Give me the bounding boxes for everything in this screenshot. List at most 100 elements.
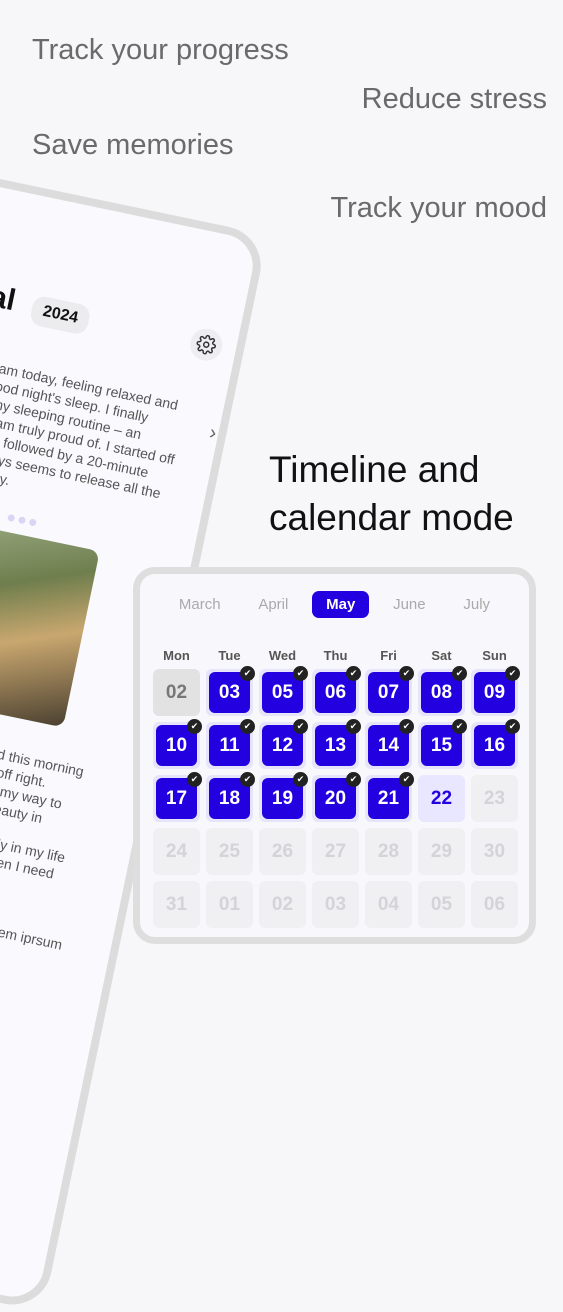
day-number: 30 (471, 828, 518, 875)
check-icon: ✔ (293, 666, 308, 681)
check-icon: ✔ (505, 666, 520, 681)
tab-month-april[interactable]: April (244, 591, 302, 618)
entry-text-1[interactable]: am today, feeling relaxed and ood night'… (0, 359, 187, 521)
entry-text-3: family in my life e when I need (0, 829, 67, 884)
check-icon: ✔ (346, 719, 361, 734)
check-icon: ✔ (452, 666, 467, 681)
check-icon: ✔ (187, 772, 202, 787)
day-cell[interactable]: 25 (203, 825, 256, 878)
weekday-header: Mon Tue Wed Thu Fri Sat Sun (150, 648, 521, 663)
day-cell[interactable]: 22 (415, 772, 468, 825)
day-cell[interactable]: 29 (415, 825, 468, 878)
day-cell[interactable]: 01 (203, 878, 256, 931)
day-number: 22 (418, 775, 465, 822)
journal-title: al (0, 279, 19, 318)
day-cell[interactable]: 20 ✔ (309, 772, 362, 825)
day-cell[interactable]: 07 ✔ (362, 666, 415, 719)
day-cell[interactable]: 12 ✔ (256, 719, 309, 772)
day-cell[interactable]: 21 ✔ (362, 772, 415, 825)
calendar-card: March April May June July Mon Tue Wed Thu Fri Sat… (133, 567, 536, 944)
day-cell[interactable]: 10 ✔ (150, 719, 203, 772)
tab-month-july[interactable]: July (449, 591, 504, 618)
day-cell[interactable]: 15 ✔ (415, 719, 468, 772)
day-cell[interactable]: 08 ✔ (415, 666, 468, 719)
tagline-memories: Save memories (32, 129, 234, 161)
gear-icon (196, 334, 216, 355)
day-cell[interactable]: 09 ✔ (468, 666, 521, 719)
day-number: 31 (153, 881, 200, 928)
tab-month-may[interactable]: May (312, 591, 370, 618)
check-icon: ✔ (346, 666, 361, 681)
day-number: 26 (259, 828, 306, 875)
tab-month-june[interactable]: June (379, 591, 440, 618)
day-number: 27 (312, 828, 359, 875)
day-cell[interactable]: 27 (309, 825, 362, 878)
check-icon: ✔ (346, 772, 361, 787)
day-number: 25 (206, 828, 253, 875)
check-icon: ✔ (240, 772, 255, 787)
day-cell[interactable]: 30 (468, 825, 521, 878)
day-cell[interactable]: 31 (150, 878, 203, 931)
day-number: 24 (153, 828, 200, 875)
day-cell[interactable]: 04 (362, 878, 415, 931)
calendar-grid: 02 03 ✔ 05 ✔ 06 ✔ 07 ✔ 08 ✔ 09 ✔ 10 ✔ 11 ✔ 12 ✔ 13 ✔ 14 ✔ 15 ✔ 16… (150, 666, 521, 931)
month-tabs: March April May June July (140, 591, 529, 618)
weekday-label: Thu (323, 648, 348, 663)
weekday-label: Sat (431, 648, 452, 663)
day-cell[interactable]: 03 ✔ (203, 666, 256, 719)
settings-button[interactable] (187, 325, 226, 364)
day-number: 04 (365, 881, 412, 928)
day-cell[interactable]: 26 (256, 825, 309, 878)
day-number: 28 (365, 828, 412, 875)
weekday-label: Wed (268, 648, 297, 663)
day-number: 29 (418, 828, 465, 875)
tagline-stress: Reduce stress (361, 83, 547, 115)
weekday-label: Sun (482, 648, 507, 663)
day-cell[interactable]: 24 (150, 825, 203, 878)
day-cell[interactable]: 16 ✔ (468, 719, 521, 772)
check-icon: ✔ (240, 719, 255, 734)
day-cell[interactable]: 05 (415, 878, 468, 931)
day-cell[interactable]: 05 ✔ (256, 666, 309, 719)
day-cell[interactable]: 19 ✔ (256, 772, 309, 825)
check-icon: ✔ (399, 666, 414, 681)
pagination-dots (7, 513, 37, 527)
weekday-label: Tue (218, 648, 241, 663)
entry-text-2: I had this morning day off right. w on m… (0, 740, 86, 833)
check-icon: ✔ (187, 719, 202, 734)
day-number: 06 (471, 881, 518, 928)
day-cell[interactable]: 02 (256, 878, 309, 931)
year-badge[interactable]: 2024 (29, 294, 92, 336)
day-number: 02 (259, 881, 306, 928)
entry-text-4: Lorem iprsum (0, 919, 64, 953)
day-cell[interactable]: 28 (362, 825, 415, 878)
day-cell[interactable]: 03 (309, 878, 362, 931)
headline-line: Timeline and (269, 449, 480, 490)
headline-line: calendar mode (269, 497, 514, 538)
tagline-mood: Track your mood (330, 192, 548, 224)
tab-month-march[interactable]: March (165, 591, 235, 618)
day-number: 03 (312, 881, 359, 928)
tagline-progress: Track your progress (32, 34, 289, 66)
day-cell[interactable]: 06 (468, 878, 521, 931)
check-icon: ✔ (240, 666, 255, 681)
day-cell[interactable]: 23 (468, 772, 521, 825)
day-cell[interactable]: 11 ✔ (203, 719, 256, 772)
day-cell[interactable]: 02 (150, 666, 203, 719)
check-icon: ✔ (399, 772, 414, 787)
day-cell[interactable]: 13 ✔ (309, 719, 362, 772)
day-cell[interactable]: 06 ✔ (309, 666, 362, 719)
check-icon: ✔ (452, 719, 467, 734)
headline: Timeline and calendar mode (269, 446, 514, 542)
day-cell[interactable]: 14 ✔ (362, 719, 415, 772)
day-cell[interactable]: 18 ✔ (203, 772, 256, 825)
day-number: 02 (153, 669, 200, 716)
entry-photo[interactable] (0, 514, 100, 728)
day-number: 05 (418, 881, 465, 928)
chevron-right-icon[interactable]: › (207, 421, 219, 445)
weekday-label: Fri (380, 648, 397, 663)
check-icon: ✔ (293, 772, 308, 787)
weekday-label: Mon (163, 648, 190, 663)
day-cell[interactable]: 17 ✔ (150, 772, 203, 825)
check-icon: ✔ (399, 719, 414, 734)
